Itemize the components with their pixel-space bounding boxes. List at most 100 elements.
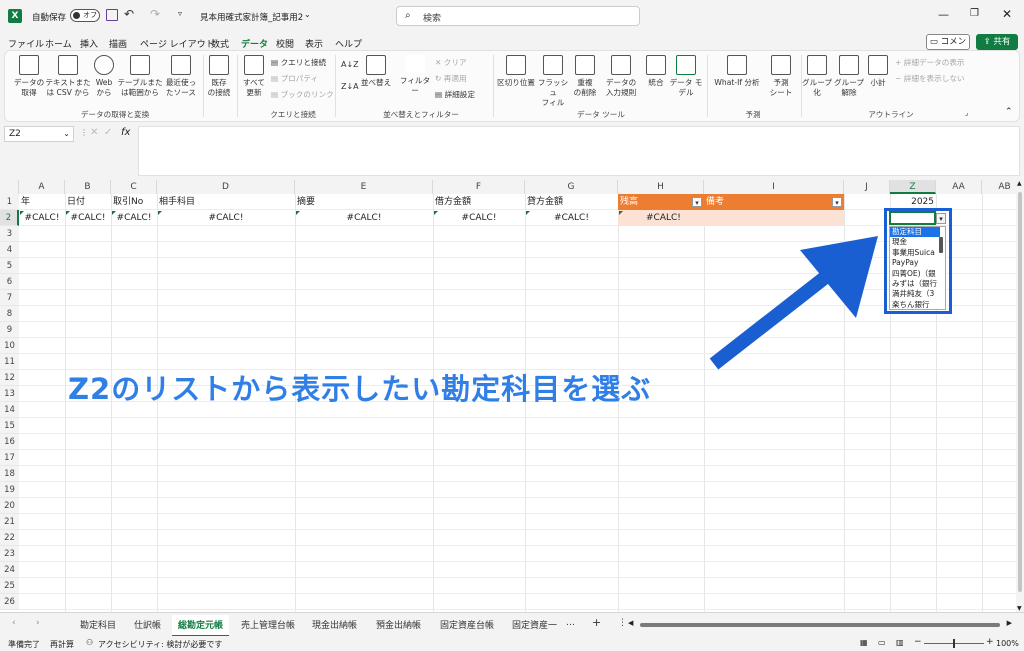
sort-asc-icon[interactable]: A↓Z xyxy=(341,59,359,71)
row-header[interactable]: 6 xyxy=(0,274,19,290)
col-header-e[interactable]: E xyxy=(295,180,433,194)
col-header-j[interactable]: J xyxy=(844,180,890,194)
header-account[interactable]: 相手科目 xyxy=(157,194,295,210)
page-layout-view-icon[interactable]: ▭ xyxy=(878,638,886,647)
row-header[interactable]: 3 xyxy=(0,226,19,242)
sort-button[interactable]: 並べ替え xyxy=(359,55,393,88)
remove-duplicates-button[interactable]: 重複 の削除 xyxy=(569,55,601,98)
row-header[interactable]: 4 xyxy=(0,242,19,258)
recent-sources-button[interactable]: 最近使っ たソース xyxy=(161,55,201,98)
vertical-scrollbar[interactable]: ▲ ▼ xyxy=(1016,180,1024,612)
status-accessibility[interactable]: アクセシビリティ: 検討が必要です xyxy=(98,639,222,650)
existing-connections-button[interactable]: 既存 の接続 xyxy=(203,55,235,98)
restore-icon[interactable]: ❐ xyxy=(970,8,979,19)
zoom-level[interactable]: 100% xyxy=(996,639,1019,648)
workbook-links-button[interactable]: ▤ ブックのリンク xyxy=(271,89,334,101)
from-csv-button[interactable]: テキストまた は CSV から xyxy=(45,55,91,98)
formula-input[interactable] xyxy=(138,126,1020,176)
col-header-g[interactable]: G xyxy=(525,180,618,194)
row-header[interactable]: 23 xyxy=(0,546,19,562)
filter-dropdown-icon[interactable]: ▾ xyxy=(832,197,842,207)
customize-icon[interactable]: ▿ xyxy=(178,9,182,18)
header-credit[interactable]: 貸方金額 xyxy=(525,194,618,210)
sheet-tab-cash[interactable]: 現金出納帳 xyxy=(312,618,357,631)
share-button[interactable]: ⇪ 共有 xyxy=(976,34,1018,50)
row-header[interactable]: 21 xyxy=(0,514,19,530)
dropdown-scrollbar[interactable] xyxy=(939,237,943,253)
row-header[interactable]: 5 xyxy=(0,258,19,274)
collapse-ribbon-icon[interactable]: ⌃ xyxy=(1005,107,1013,117)
cell-a2[interactable]: #CALC! xyxy=(19,210,65,226)
what-if-button[interactable]: What-If 分析 xyxy=(709,55,765,88)
zoom-slider[interactable] xyxy=(924,639,984,648)
chevron-down-icon[interactable]: ⌄ xyxy=(304,10,311,19)
row-header[interactable]: 12 xyxy=(0,370,19,386)
ungroup-button[interactable]: グループ 解除 xyxy=(833,55,865,98)
sheet-tab-general-ledger[interactable]: 総勘定元帳 xyxy=(172,615,230,637)
fx-icon[interactable]: fx xyxy=(121,127,130,138)
sheet-tab-fixed-assets[interactable]: 固定資産台帳 xyxy=(440,618,494,631)
text-to-columns-button[interactable]: 区切り位置 xyxy=(495,55,537,88)
cell-g2[interactable]: #CALC! xyxy=(525,210,618,226)
add-sheet-icon[interactable]: + xyxy=(592,616,601,629)
cell-d2[interactable]: #CALC! xyxy=(157,210,295,226)
sheet-tab-deposit[interactable]: 預金出納帳 xyxy=(376,618,421,631)
enter-icon[interactable]: ✓ xyxy=(104,127,112,138)
row-header[interactable]: 16 xyxy=(0,434,19,450)
scroll-right-icon[interactable]: ▶ xyxy=(1007,619,1012,627)
header-notes[interactable]: 備考 ▾ xyxy=(704,194,844,210)
header-year[interactable]: 年 xyxy=(19,194,65,210)
tab-scroll-dots-icon[interactable]: ⋮ xyxy=(618,618,627,628)
tab-review[interactable]: 校閲 xyxy=(276,37,294,50)
col-header-d[interactable]: D xyxy=(157,180,295,194)
row-header[interactable]: 19 xyxy=(0,482,19,498)
file-name[interactable]: 見本用確式家計簿_記事用2 xyxy=(200,11,303,23)
redo-icon[interactable]: ↷ xyxy=(150,7,160,21)
col-header-c[interactable]: C xyxy=(111,180,157,194)
scroll-left-icon[interactable]: ◀ xyxy=(628,619,633,627)
get-data-button[interactable]: データの 取得 xyxy=(11,55,47,98)
status-recalc[interactable]: 再計算 xyxy=(50,639,74,650)
row-header[interactable]: 10 xyxy=(0,338,19,354)
cell-f2[interactable]: #CALC! xyxy=(433,210,525,226)
select-all-corner[interactable] xyxy=(0,180,19,194)
col-header-z[interactable]: Z xyxy=(890,180,936,194)
row-header[interactable]: 8 xyxy=(0,306,19,322)
flash-fill-button[interactable]: フラッシュ フィル xyxy=(537,55,569,108)
name-box[interactable]: Z2 ⌄ xyxy=(4,126,74,142)
row-header[interactable]: 9 xyxy=(0,322,19,338)
clear-button[interactable]: ✕ クリア xyxy=(435,57,467,69)
col-header-aa[interactable]: AA xyxy=(936,180,982,194)
row-header[interactable]: 17 xyxy=(0,450,19,466)
group-button[interactable]: グループ 化 xyxy=(801,55,833,98)
subtotal-button[interactable]: 小計 xyxy=(865,55,891,88)
minimize-icon[interactable]: — xyxy=(938,8,949,21)
from-table-button[interactable]: テーブルまた は範囲から xyxy=(117,55,163,98)
sort-desc-icon[interactable]: Z↓A xyxy=(341,81,359,93)
zoom-slider-thumb[interactable] xyxy=(953,639,955,648)
comment-button[interactable]: ▭ コメント xyxy=(926,34,970,61)
queries-connections-button[interactable]: ▤ クエリと接続 xyxy=(271,57,326,69)
spreadsheet-grid[interactable]: A B C D E F G H I J Z AA AB 1 2 3 4 5 6 7 8 9 10 1… xyxy=(0,180,1016,612)
col-header-f[interactable]: F xyxy=(433,180,525,194)
col-header-b[interactable]: B xyxy=(65,180,111,194)
row-header[interactable]: 7 xyxy=(0,290,19,306)
more-icon[interactable]: ⋮ xyxy=(80,128,88,137)
sheet-tab-journal[interactable]: 仕訳帳 xyxy=(134,618,161,631)
row-header[interactable]: 20 xyxy=(0,498,19,514)
data-model-button[interactable]: データ モ デル xyxy=(669,55,703,98)
close-icon[interactable]: ✕ xyxy=(1002,7,1012,21)
filter-dropdown-icon[interactable]: ▾ xyxy=(692,197,702,207)
dialog-launcher-icon[interactable]: ⌟ xyxy=(965,109,968,117)
tab-page-layout[interactable]: ページ レイアウト xyxy=(140,37,215,50)
show-detail-button[interactable]: + 詳細データの表示 xyxy=(895,57,965,69)
save-icon[interactable] xyxy=(106,9,118,21)
page-break-view-icon[interactable]: ▥ xyxy=(896,638,904,647)
col-header-i[interactable]: I xyxy=(704,180,844,194)
row-header[interactable]: 1 xyxy=(0,194,19,210)
sheet-tab-fixed-assets-list[interactable]: 固定資産一 xyxy=(512,618,557,631)
horizontal-scrollbar[interactable]: ◀ ▶ xyxy=(628,619,1012,629)
row-header[interactable]: 2 xyxy=(0,210,19,226)
consolidate-button[interactable]: 統合 xyxy=(643,55,669,88)
header-description[interactable]: 摘要 xyxy=(295,194,433,210)
